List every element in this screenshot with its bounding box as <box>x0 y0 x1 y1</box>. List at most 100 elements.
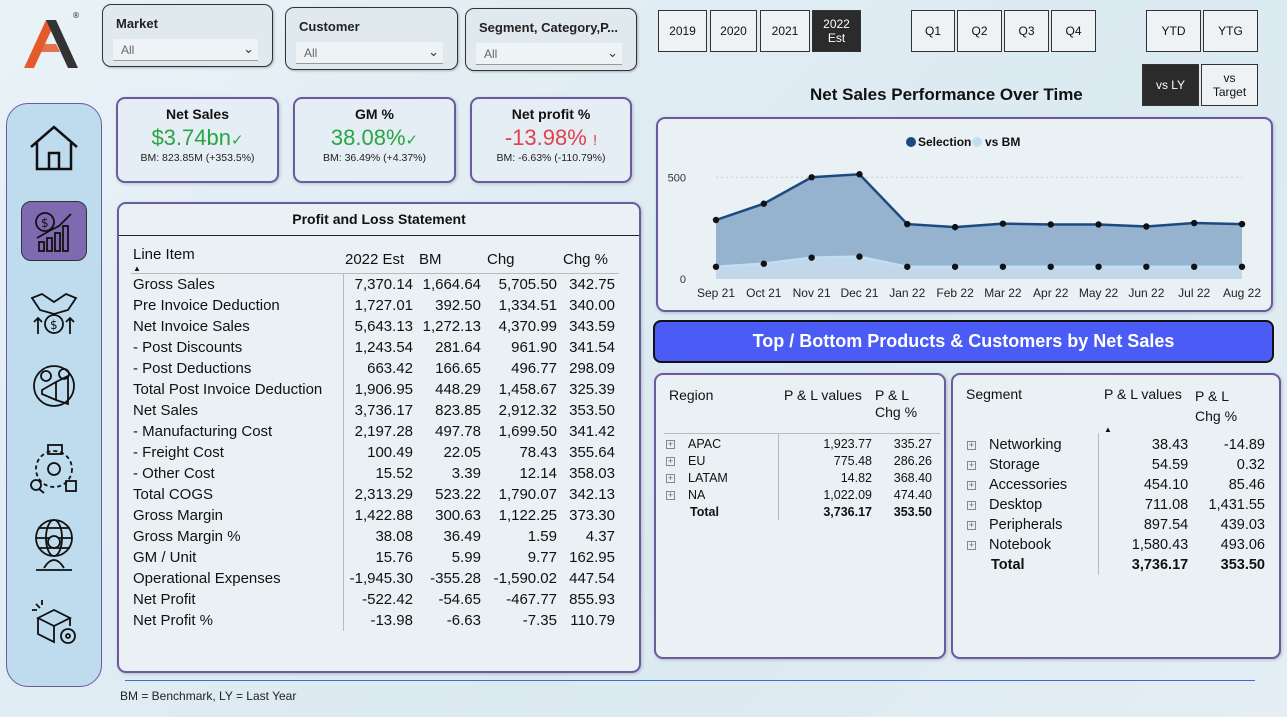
col-header-bm[interactable]: BM <box>417 242 485 274</box>
value-cell: 22.05 <box>443 443 481 461</box>
line-item-cell: Net Profit <box>131 588 344 610</box>
value-cell: -1,945.30 <box>349 569 413 587</box>
pl-values-header[interactable]: P & L values <box>784 387 862 403</box>
table-row[interactable]: + Storage 54.59 0.32 <box>965 455 1267 475</box>
x-tick-label: Jul 22 <box>1178 286 1210 300</box>
customer-dropdown[interactable]: All ⌄ <box>296 42 443 64</box>
footer-divider <box>125 680 1255 681</box>
customer-slicer[interactable]: Customer All ⌄ <box>285 7 458 70</box>
expand-icon[interactable]: + <box>666 473 675 483</box>
supply-chain-icon[interactable] <box>21 439 87 499</box>
total-row: Total 3,736.17 353.50 <box>664 503 934 520</box>
value-cell: 7,370.14 <box>354 275 413 293</box>
home-icon[interactable] <box>21 118 87 178</box>
row-label-cell[interactable]: + Networking <box>965 435 1093 455</box>
table-row: Pre Invoice Deduction 1,727.01 392.50 1,334… <box>131 294 619 316</box>
pl-values-header[interactable]: P & L values ▲ <box>1104 386 1182 434</box>
value-cell: 961.90 <box>511 338 557 356</box>
value-cell: 1,699.50 <box>498 422 557 440</box>
table-row: GM / Unit 15.76 5.99 9.77 162.95 <box>131 546 619 568</box>
pl-title: Profit and Loss Statement <box>292 211 466 227</box>
market-dropdown[interactable]: All ⌄ <box>113 39 258 61</box>
vs-target-button[interactable]: vs Target <box>1201 64 1258 106</box>
row-label-cell[interactable]: + EU <box>664 452 774 469</box>
table-row[interactable]: + EU 775.48 286.26 <box>664 452 934 469</box>
expand-icon[interactable]: + <box>666 490 675 500</box>
row-label-cell[interactable]: + Notebook <box>965 535 1093 555</box>
value-cell: -467.77 <box>506 590 557 608</box>
svg-text:$: $ <box>50 318 58 332</box>
year-2020-button[interactable]: 2020 <box>710 10 757 52</box>
value-cell: 373.30 <box>569 506 615 524</box>
segment-header[interactable]: Segment <box>966 386 1022 402</box>
table-row[interactable]: + Desktop 711.08 1,431.55 <box>965 495 1267 515</box>
value-cell: 12.14 <box>519 464 557 482</box>
expand-icon[interactable]: + <box>967 460 976 470</box>
col-header-2022-est[interactable]: 2022 Est <box>343 242 417 274</box>
col-header-line-item[interactable]: Line Item ▲ <box>131 242 343 274</box>
table-row[interactable]: + Accessories 454.10 85.46 <box>965 475 1267 495</box>
expand-icon[interactable]: + <box>967 440 976 450</box>
ytg-button[interactable]: YTG <box>1203 10 1258 52</box>
legend-marker-vs-bm <box>972 137 982 147</box>
year-2022-est-button[interactable]: 2022 Est <box>812 10 861 52</box>
table-row[interactable]: + Networking 38.43 -14.89 <box>965 435 1267 455</box>
quarter-q1-button[interactable]: Q1 <box>911 10 955 52</box>
year-2019-button[interactable]: 2019 <box>658 10 707 52</box>
vs-ly-button[interactable]: vs LY <box>1142 64 1199 106</box>
x-tick-label: Apr 22 <box>1033 286 1069 300</box>
table-row[interactable]: + NA 1,022.09 474.40 <box>664 486 934 503</box>
top-bottom-banner[interactable]: Top / Bottom Products & Customers by Net… <box>653 320 1274 363</box>
year-2021-button[interactable]: 2021 <box>760 10 810 52</box>
row-label-cell[interactable]: + Accessories <box>965 475 1093 495</box>
market-slicer[interactable]: Market All ⌄ <box>102 4 273 67</box>
row-label-cell[interactable]: + LATAM <box>664 469 774 486</box>
ytd-button[interactable]: YTD <box>1146 10 1201 52</box>
value-cell: 1,580.43 <box>1131 537 1189 553</box>
pl-chg-header[interactable]: P & L Chg % <box>875 387 917 421</box>
executive-globe-icon[interactable] <box>21 514 87 574</box>
expand-icon[interactable]: + <box>967 520 976 530</box>
support-box-icon[interactable] <box>21 592 87 652</box>
finance-chart-icon[interactable]: $ <box>21 201 87 261</box>
row-label-cell[interactable]: + Storage <box>965 455 1093 475</box>
sales-handshake-icon[interactable]: $ <box>21 282 87 342</box>
value-cell: 1,790.07 <box>498 485 557 503</box>
quarter-q3-button[interactable]: Q3 <box>1004 10 1049 52</box>
segment-slicer[interactable]: Segment, Category,P... All ⌄ <box>465 8 637 71</box>
line-item-cell: Net Invoice Sales <box>131 315 344 337</box>
quarter-q2-button[interactable]: Q2 <box>957 10 1002 52</box>
expand-icon[interactable]: + <box>666 439 675 449</box>
expand-icon[interactable]: + <box>967 540 976 550</box>
table-row: Gross Margin 1,422.88 300.63 1,122.25 373.30 <box>131 504 619 526</box>
expand-icon[interactable]: + <box>666 456 675 466</box>
selection-point <box>1238 220 1246 228</box>
line-item-cell: - Manufacturing Cost <box>131 420 344 442</box>
table-row: Net Profit % -13.98 -6.63 -7.35 110.79 <box>131 609 619 631</box>
pl-chg-header[interactable]: P & L Chg % <box>1195 386 1237 426</box>
table-row[interactable]: + APAC 1,923.77 335.27 <box>664 435 934 452</box>
table-row[interactable]: + Notebook 1,580.43 493.06 <box>965 535 1267 555</box>
expand-icon[interactable]: + <box>967 500 976 510</box>
side-navigation: $ $ <box>6 103 102 687</box>
row-label-cell[interactable]: + NA <box>664 486 774 503</box>
row-label-cell[interactable]: + APAC <box>664 435 774 452</box>
kpi-title: GM % <box>355 106 394 122</box>
vs-bm-point <box>904 263 911 270</box>
marketing-icon[interactable] <box>21 358 87 418</box>
region-header[interactable]: Region <box>669 387 713 403</box>
row-label: Accessories <box>989 477 1068 493</box>
value-cell: 286.26 <box>893 453 932 468</box>
expand-icon[interactable]: + <box>967 480 976 490</box>
table-row[interactable]: + LATAM 14.82 368.40 <box>664 469 934 486</box>
table-row[interactable]: + Peripherals 897.54 439.03 <box>965 515 1267 535</box>
col-header-chg[interactable]: Chg <box>485 242 561 274</box>
quarter-q4-button[interactable]: Q4 <box>1051 10 1096 52</box>
kpi-gm-percent: GM % 38.08%✓ BM: 36.49% (+4.37%) <box>293 97 456 183</box>
row-label: EU <box>688 453 706 468</box>
col-header-chg-pct[interactable]: Chg % <box>561 242 619 274</box>
segment-dropdown[interactable]: All ⌄ <box>476 43 622 65</box>
row-label-cell[interactable]: + Desktop <box>965 495 1093 515</box>
value-cell: 447.54 <box>569 569 615 587</box>
row-label-cell[interactable]: + Peripherals <box>965 515 1093 535</box>
